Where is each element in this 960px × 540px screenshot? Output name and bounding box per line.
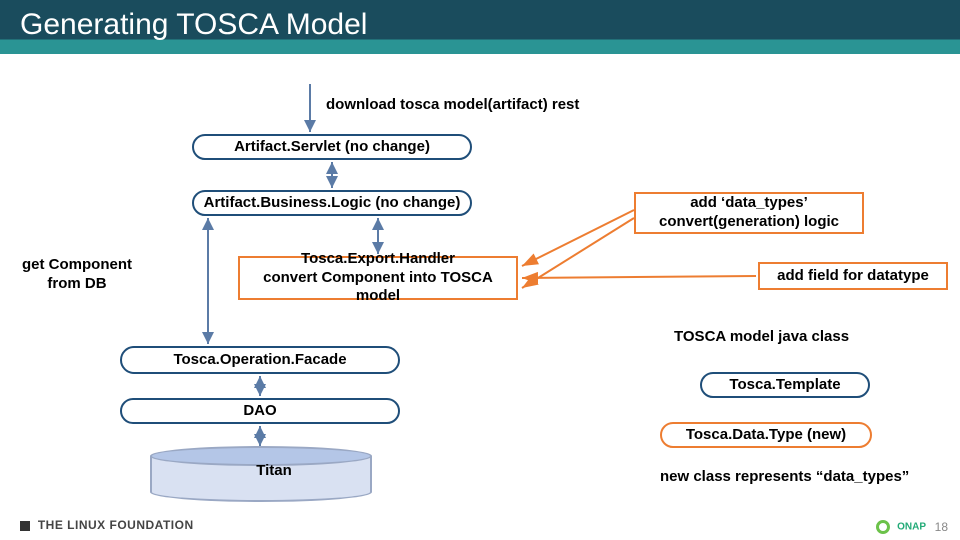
page-number: 18 — [935, 520, 948, 534]
box-text-line1: Tosca.Export.Handler — [301, 250, 455, 269]
box-text: Tosca.Template — [729, 376, 840, 395]
box-tosca-data-type: Tosca.Data.Type (new) — [660, 422, 872, 448]
callout-add-data-types: add ‘data_types’ convert(generation) log… — [634, 192, 864, 234]
label-download-rest: download tosca model(artifact) rest — [326, 96, 606, 115]
slide-header: Generating TOSCA Model — [0, 0, 960, 72]
logo-square-icon — [20, 521, 30, 531]
footer-right-text: ONAP — [897, 522, 926, 533]
box-text-line1: add ‘data_types’ — [690, 194, 808, 213]
box-text-line2: convert Component into TOSCA model — [244, 269, 512, 307]
box-tosca-operation-facade: Tosca.Operation.Facade — [120, 346, 400, 374]
callout-add-field: add field for datatype — [758, 262, 948, 290]
box-tosca-export-handler: Tosca.Export.Handler convert Component i… — [238, 256, 518, 300]
box-text: Artifact.Business.Logic (no change) — [204, 194, 461, 213]
slide-title: Generating TOSCA Model — [0, 0, 960, 50]
onap-ring-icon — [876, 520, 890, 534]
label-titan: Titan — [244, 462, 304, 481]
label-new-class: new class represents “data_types” — [660, 468, 960, 487]
box-dao: DAO — [120, 398, 400, 424]
box-text: Tosca.Operation.Facade — [173, 351, 346, 370]
footer-left-text: THE LINUX FOUNDATION — [38, 518, 194, 532]
box-artifact-servlet: Artifact.Servlet (no change) — [192, 134, 472, 160]
box-tosca-template: Tosca.Template — [700, 372, 870, 398]
label-get-component: get Component from DB — [12, 256, 142, 294]
box-text-line2: convert(generation) logic — [659, 213, 839, 232]
box-artifact-business-logic: Artifact.Business.Logic (no change) — [192, 190, 472, 216]
box-text: Tosca.Data.Type (new) — [686, 426, 846, 445]
box-text: add field for datatype — [777, 267, 929, 286]
box-text: DAO — [243, 402, 276, 421]
box-text: Artifact.Servlet (no change) — [234, 138, 430, 157]
label-java-class: TOSCA model java class — [674, 328, 904, 347]
footer-onap: ONAP — [876, 520, 926, 534]
footer-linux-foundation: THE LINUX FOUNDATION — [20, 518, 194, 532]
